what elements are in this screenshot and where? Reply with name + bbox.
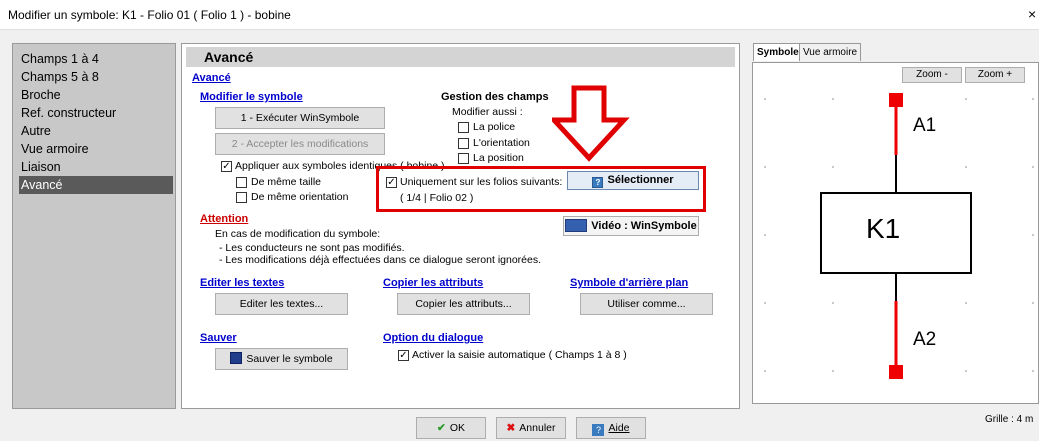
nav-item-champs-5-8[interactable]: Champs 5 à 8 — [19, 68, 173, 86]
cancel-label: Annuler — [519, 422, 556, 434]
pin-bottom-icon — [889, 365, 903, 379]
nav-item-ref-constructeur[interactable]: Ref. constructeur — [19, 104, 173, 122]
panel-header-title: Avancé — [204, 49, 254, 65]
down-arrow-annotation-icon — [552, 85, 630, 162]
position-checkbox[interactable] — [458, 153, 469, 164]
attention-line-1: En cas de modification du symbole: — [215, 228, 381, 240]
police-label: La police — [473, 121, 516, 133]
folios-label: Uniquement sur les folios suivants: — [400, 176, 563, 188]
position-label: La position — [473, 152, 524, 164]
execute-winsymbole-button[interactable]: 1 - Exécuter WinSymbole — [215, 107, 385, 129]
sauver-symbole-button[interactable]: Sauver le symbole — [215, 348, 348, 370]
folios-info: ( 1/4 | Folio 02 ) — [400, 192, 474, 204]
folios-checkbox[interactable]: ✓ — [386, 177, 397, 188]
symbol-canvas: Zoom - Zoom + K1 A1 A2 — [752, 62, 1039, 404]
editer-textes-button[interactable]: Editer les textes... — [215, 293, 348, 315]
copier-attributs-link[interactable]: Copier les attributs — [383, 277, 483, 289]
tab-symbole[interactable]: Symbole — [753, 43, 803, 61]
help-label: Aide — [608, 422, 630, 434]
nav-item-champs-1-4[interactable]: Champs 1 à 4 — [19, 50, 173, 68]
help-icon: ? — [592, 424, 605, 436]
same-size-checkbox[interactable] — [236, 177, 247, 188]
modifier-aussi-label: Modifier aussi : — [452, 106, 523, 118]
attention-line-2: - Les conducteurs ne sont pas modifiés. — [219, 242, 405, 254]
tab-vue-armoire[interactable]: Vue armoire — [799, 43, 862, 61]
orientation-checkbox[interactable] — [458, 138, 469, 149]
select-icon: ? — [592, 177, 604, 188]
video-winsymbole-button[interactable]: Vidéo : WinSymbole — [563, 216, 699, 236]
police-checkbox[interactable] — [458, 122, 469, 133]
nav-item-liaison[interactable]: Liaison — [19, 158, 173, 176]
video-button-label: Vidéo : WinSymbole — [591, 220, 697, 232]
nav-item-vue-armoire[interactable]: Vue armoire — [19, 140, 173, 158]
attention-title: Attention — [200, 213, 249, 225]
panel-header: Avancé — [186, 47, 735, 67]
cancel-button[interactable]: ✖ Annuler — [496, 417, 566, 439]
copier-attributs-button[interactable]: Copier les attributs... — [397, 293, 530, 315]
cross-icon: ✖ — [506, 422, 516, 434]
section-link-avance[interactable]: Avancé — [192, 72, 231, 84]
utiliser-comme-button[interactable]: Utiliser comme... — [580, 293, 713, 315]
category-list: Champs 1 à 4 Champs 5 à 8 Broche Ref. co… — [12, 43, 176, 409]
symbol-label: K1 — [866, 213, 901, 244]
pin-a2-label: A2 — [913, 329, 937, 350]
gestion-champs-title: Gestion des champs — [441, 91, 549, 103]
attention-line-3: - Les modifications déjà effectuées dans… — [219, 254, 542, 266]
same-orientation-checkbox[interactable] — [236, 192, 247, 203]
nav-item-broche[interactable]: Broche — [19, 86, 173, 104]
same-size-label: De même taille — [251, 176, 322, 188]
modifier-symbole-link[interactable]: Modifier le symbole — [200, 91, 303, 103]
auto-entry-label: Activer la saisie automatique ( Champs 1… — [412, 349, 627, 361]
grid-status: Grille : 4 m — [985, 414, 1034, 425]
auto-entry-checkbox[interactable]: ✓ — [398, 350, 409, 361]
same-orientation-label: De même orientation — [251, 191, 349, 203]
checkmark-icon: ✔ — [437, 422, 446, 434]
accept-changes-button[interactable]: 2 - Accepter les modifications — [215, 133, 385, 155]
apply-identical-checkbox[interactable]: ✓ — [221, 161, 232, 172]
pin-a1-label: A1 — [913, 115, 937, 136]
select-folios-label: Sélectionner — [607, 174, 674, 186]
symbole-arriere-plan-link[interactable]: Symbole d'arrière plan — [570, 277, 688, 289]
video-icon — [565, 219, 588, 232]
pin-top-icon — [889, 93, 903, 107]
editer-textes-link[interactable]: Editer les textes — [200, 277, 284, 289]
select-folios-button[interactable]: ? Sélectionner — [567, 171, 699, 190]
help-button[interactable]: ? Aide — [576, 417, 646, 439]
close-icon[interactable]: × — [1028, 6, 1036, 22]
option-dialogue-link[interactable]: Option du dialogue — [383, 332, 483, 344]
ok-label: OK — [449, 422, 465, 434]
window-title: Modifier un symbole: K1 - Folio 01 ( Fol… — [8, 8, 291, 22]
save-icon — [230, 352, 243, 364]
nav-item-autre[interactable]: Autre — [19, 122, 173, 140]
title-bar: Modifier un symbole: K1 - Folio 01 ( Fol… — [0, 0, 1039, 30]
orientation-label: L'orientation — [473, 137, 530, 149]
ok-button[interactable]: ✔ OK — [416, 417, 486, 439]
nav-item-avance[interactable]: Avancé — [19, 176, 173, 194]
sauver-link[interactable]: Sauver — [200, 332, 237, 344]
sauver-button-label: Sauver le symbole — [246, 353, 333, 365]
